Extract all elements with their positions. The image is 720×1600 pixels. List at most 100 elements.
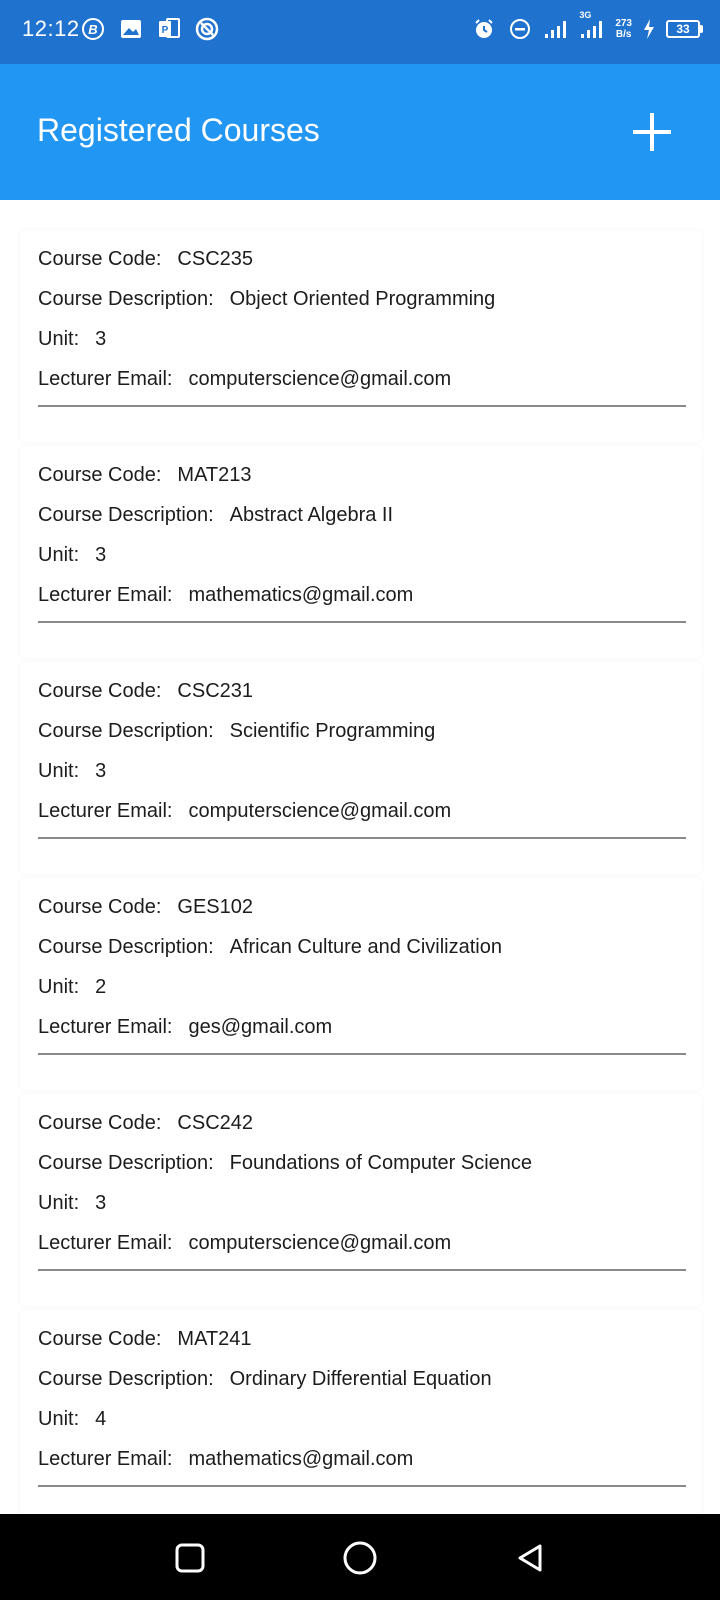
home-button[interactable] xyxy=(338,1536,382,1580)
course-card[interactable]: Course Code: CSC231 Course Description: Sc… xyxy=(20,662,702,874)
course-unit-row: Unit: 3 xyxy=(38,544,106,567)
course-unit-row: Unit: 3 xyxy=(38,760,106,783)
recents-button[interactable] xyxy=(168,1536,212,1580)
course-unit-label: Unit: xyxy=(38,544,80,566)
course-unit-value: 3 xyxy=(95,760,107,782)
course-description-value: Object Oriented Programming xyxy=(229,288,496,310)
status-time: 12:12 xyxy=(22,16,80,41)
course-card[interactable]: Course Code: CSC235 Course Description: Ob… xyxy=(20,230,702,442)
course-description-label: Course Description: xyxy=(38,1152,214,1174)
divider xyxy=(38,1053,686,1055)
lecturer-email-label: Lecturer Email: xyxy=(38,1448,173,1470)
net-speed-value: 273 xyxy=(615,18,632,29)
course-description-value: Foundations of Computer Science xyxy=(229,1152,533,1174)
svg-text:P: P xyxy=(162,25,169,36)
net-speed: 273 B/s xyxy=(615,18,632,40)
battery-icon: 33 xyxy=(666,20,703,38)
course-code-label: Course Code: xyxy=(38,1328,162,1350)
course-description-label: Course Description: xyxy=(38,1368,214,1390)
square-icon xyxy=(175,1543,205,1573)
page-title: Registered Courses xyxy=(37,112,320,148)
course-code-value: CSC235 xyxy=(177,248,254,270)
notification-icons: B P xyxy=(80,16,220,42)
divider xyxy=(38,1485,686,1487)
add-course-button[interactable] xyxy=(624,104,680,160)
do-not-disturb-icon xyxy=(507,16,533,42)
course-unit-label: Unit: xyxy=(38,328,80,350)
course-unit-label: Unit: xyxy=(38,1192,80,1214)
app-bar: Registered Courses xyxy=(0,64,720,200)
lecturer-email-row: Lecturer Email: mathematics@gmail.com xyxy=(38,1448,413,1471)
course-description-row: Course Description: African Culture and C… xyxy=(38,936,502,959)
signal-icon xyxy=(543,16,569,42)
lecturer-email-label: Lecturer Email: xyxy=(38,800,173,822)
course-description-value: African Culture and Civilization xyxy=(229,936,502,958)
divider xyxy=(38,837,686,839)
lecturer-email-label: Lecturer Email: xyxy=(38,1232,173,1254)
lecturer-email-row: Lecturer Email: ges@gmail.com xyxy=(38,1016,332,1039)
lecturer-email-value: mathematics@gmail.com xyxy=(188,584,414,606)
course-code-row: Course Code: GES102 xyxy=(38,896,253,919)
course-description-label: Course Description: xyxy=(38,288,214,310)
sync-icon xyxy=(194,16,220,42)
course-unit-row: Unit: 3 xyxy=(38,328,106,351)
course-description-row: Course Description: Object Oriented Progr… xyxy=(38,288,495,311)
course-card[interactable]: Course Code: MAT213 Course Description: Ab… xyxy=(20,446,702,658)
divider xyxy=(38,1269,686,1271)
course-unit-row: Unit: 4 xyxy=(38,1408,106,1431)
course-code-row: Course Code: CSC231 xyxy=(38,680,253,703)
course-unit-value: 3 xyxy=(95,544,107,566)
course-description-row: Course Description: Ordinary Differential… xyxy=(38,1368,492,1391)
course-unit-label: Unit: xyxy=(38,976,80,998)
course-description-row: Course Description: Scientific Programmin… xyxy=(38,720,435,743)
course-unit-label: Unit: xyxy=(38,760,80,782)
lecturer-email-value: mathematics@gmail.com xyxy=(188,1448,414,1470)
course-description-value: Ordinary Differential Equation xyxy=(229,1368,492,1390)
course-unit-value: 3 xyxy=(95,1192,107,1214)
plus-icon xyxy=(633,113,671,151)
pdf-app-icon: P xyxy=(156,16,182,42)
course-unit-row: Unit: 3 xyxy=(38,1192,106,1215)
course-code-value: CSC242 xyxy=(177,1112,254,1134)
course-description-row: Course Description: Foundations of Comput… xyxy=(38,1152,532,1175)
course-description-row: Course Description: Abstract Algebra II xyxy=(38,504,393,527)
course-list[interactable]: Course Code: CSC235 Course Description: Ob… xyxy=(0,200,720,1514)
course-card[interactable]: Course Code: CSC242 Course Description: Fo… xyxy=(20,1094,702,1306)
lecturer-email-row: Lecturer Email: computerscience@gmail.com xyxy=(38,800,451,823)
lecturer-email-value: computerscience@gmail.com xyxy=(188,368,452,390)
navigation-bar xyxy=(0,1514,720,1600)
network-type-label: 3G xyxy=(579,10,592,20)
course-code-value: MAT241 xyxy=(177,1328,252,1350)
course-code-label: Course Code: xyxy=(38,680,162,702)
course-unit-label: Unit: xyxy=(38,1408,80,1430)
course-description-value: Abstract Algebra II xyxy=(229,504,394,526)
system-status-icons: 3G 273 B/s 33 xyxy=(471,10,703,42)
status-bar: 12:12 B P 3G 273 B/s 33 xyxy=(0,0,720,64)
course-code-label: Course Code: xyxy=(38,896,162,918)
lecturer-email-label: Lecturer Email: xyxy=(38,584,173,606)
course-code-row: Course Code: CSC235 xyxy=(38,248,253,271)
course-description-value: Scientific Programming xyxy=(229,720,436,742)
alarm-icon xyxy=(471,16,497,42)
course-description-label: Course Description: xyxy=(38,504,214,526)
signal-3g-icon: 3G xyxy=(579,10,605,42)
course-code-value: MAT213 xyxy=(177,464,252,486)
circle-icon xyxy=(343,1541,377,1575)
course-unit-value: 2 xyxy=(95,976,107,998)
course-code-label: Course Code: xyxy=(38,248,162,270)
course-card[interactable]: Course Code: GES102 Course Description: Af… xyxy=(20,878,702,1090)
course-code-row: Course Code: CSC242 xyxy=(38,1112,253,1135)
charging-icon xyxy=(642,16,656,42)
lecturer-email-value: computerscience@gmail.com xyxy=(188,1232,452,1254)
course-unit-value: 4 xyxy=(95,1408,107,1430)
course-description-label: Course Description: xyxy=(38,936,214,958)
course-code-label: Course Code: xyxy=(38,464,162,486)
course-code-row: Course Code: MAT213 xyxy=(38,464,252,487)
svg-text:B: B xyxy=(88,22,97,37)
net-speed-unit: B/s xyxy=(615,29,632,40)
back-button[interactable] xyxy=(508,1536,552,1580)
lecturer-email-row: Lecturer Email: computerscience@gmail.com xyxy=(38,368,451,391)
course-code-value: GES102 xyxy=(177,896,254,918)
course-card[interactable]: Course Code: MAT241 Course Description: Or… xyxy=(20,1310,702,1514)
course-description-label: Course Description: xyxy=(38,720,214,742)
